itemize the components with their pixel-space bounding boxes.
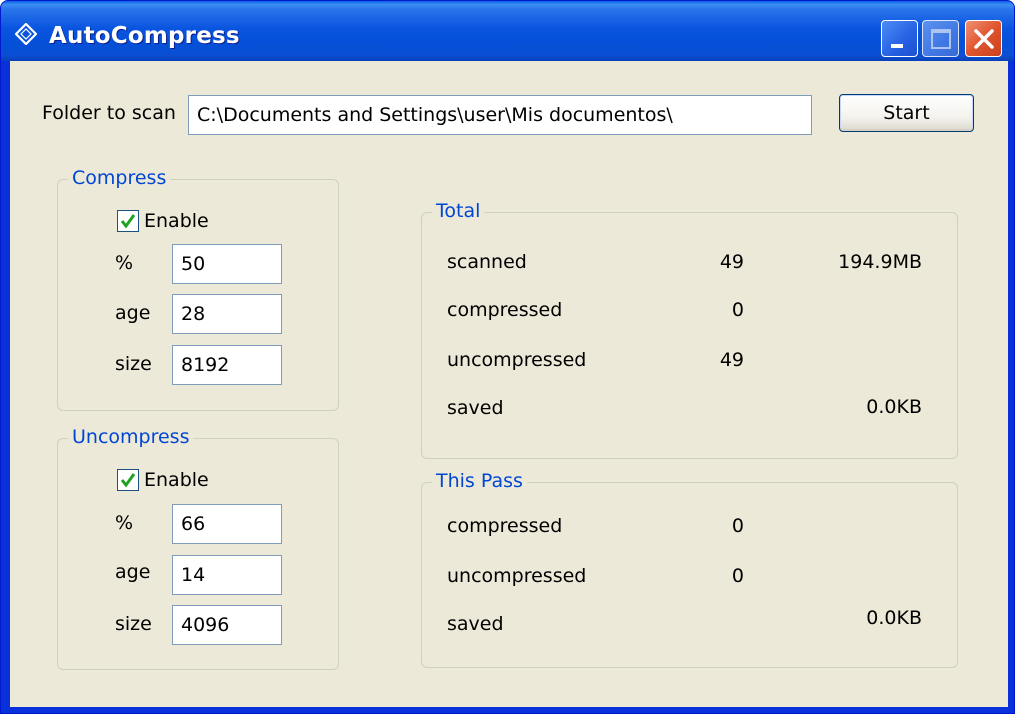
minimize-button[interactable]: [881, 20, 918, 57]
pass-uncompressed-label: uncompressed: [447, 565, 587, 587]
this-pass-group-title: This Pass: [432, 470, 527, 492]
total-compressed-count: 0: [731, 299, 744, 321]
total-group-title: Total: [432, 200, 485, 222]
pass-compressed-label: compressed: [447, 515, 563, 537]
total-scanned-label: scanned: [447, 251, 527, 273]
compress-percent-input[interactable]: 50: [172, 244, 282, 284]
total-compressed-label: compressed: [447, 299, 563, 321]
compress-size-input[interactable]: 8192: [172, 345, 282, 385]
compress-group: Compress Enable % 50 age 28 size 8192: [57, 167, 339, 411]
total-saved-label: saved: [447, 397, 504, 419]
close-button[interactable]: [965, 20, 1002, 57]
check-icon: [120, 214, 136, 229]
folder-label: Folder to scan: [42, 102, 176, 124]
client-area: Folder to scan C:\Documents and Settings…: [10, 61, 1008, 707]
uncompress-percent-label: %: [115, 512, 134, 534]
total-saved-size: 0.0KB: [866, 396, 922, 418]
start-button[interactable]: Start: [839, 94, 974, 132]
compress-enable-checkbox[interactable]: [117, 210, 139, 232]
maximize-button[interactable]: [922, 20, 959, 57]
total-group: Total scanned 49 194.9MB compressed 0 un…: [421, 200, 958, 459]
uncompress-percent-input[interactable]: 66: [172, 504, 282, 544]
pass-compressed-count: 0: [731, 515, 744, 537]
minimize-icon: [891, 44, 903, 48]
compress-group-title: Compress: [68, 167, 171, 189]
maximize-icon: [931, 29, 951, 49]
uncompress-group: Uncompress Enable % 66 age 14 size 4096: [57, 426, 339, 670]
compress-enable-label: Enable: [144, 210, 209, 232]
compress-age-label: age: [115, 302, 151, 324]
compress-percent-label: %: [115, 252, 134, 274]
compress-age-input[interactable]: 28: [172, 294, 282, 334]
uncompress-age-label: age: [115, 561, 151, 583]
pass-saved-label: saved: [447, 613, 504, 635]
compress-size-label: size: [115, 353, 152, 375]
uncompress-size-label: size: [115, 613, 152, 635]
window-title: AutoCompress: [49, 23, 240, 49]
uncompress-group-title: Uncompress: [68, 426, 194, 448]
uncompress-size-input[interactable]: 4096: [172, 605, 282, 645]
close-icon: [974, 29, 994, 49]
folder-input[interactable]: C:\Documents and Settings\user\Mis docum…: [188, 95, 812, 135]
uncompress-age-input[interactable]: 14: [172, 555, 282, 595]
this-pass-group: This Pass compressed 0 uncompressed 0 sa…: [421, 470, 958, 668]
total-uncompressed-label: uncompressed: [447, 349, 587, 371]
diamond-icon: [14, 22, 38, 46]
pass-uncompressed-count: 0: [731, 565, 744, 587]
pass-saved-size: 0.0KB: [866, 607, 922, 629]
total-scanned-count: 49: [719, 251, 744, 273]
title-bar[interactable]: AutoCompress: [1, 1, 1014, 61]
total-uncompressed-count: 49: [719, 349, 744, 371]
check-icon: [120, 473, 136, 488]
app-window: AutoCompress Folder to scan C:\Documents…: [0, 0, 1015, 714]
uncompress-enable-label: Enable: [144, 469, 209, 491]
uncompress-enable-checkbox[interactable]: [117, 469, 139, 491]
total-scanned-size: 194.9MB: [838, 251, 922, 273]
